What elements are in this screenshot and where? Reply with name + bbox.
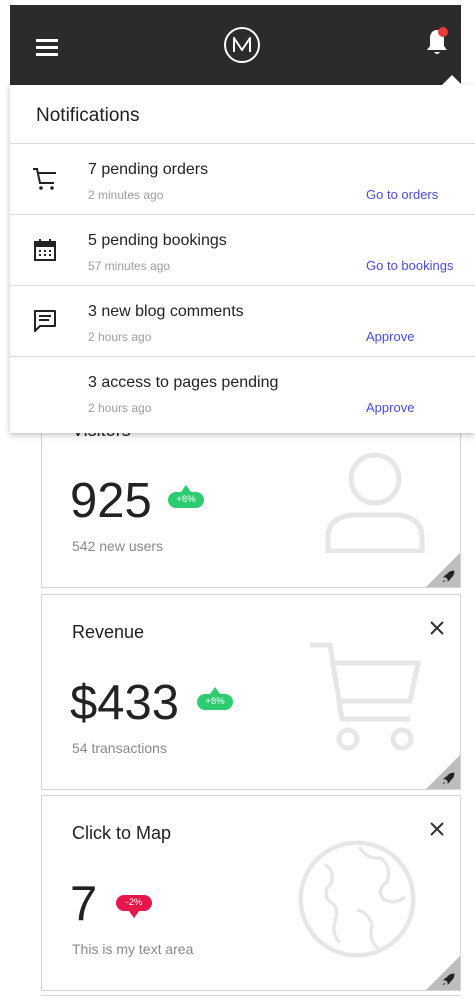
notification-title: 7 pending orders (88, 161, 209, 178)
notification-time: 2 hours ago (88, 330, 152, 344)
card-subtitle: This is my text area (72, 941, 194, 957)
top-app-bar (10, 5, 461, 85)
notification-item[interactable]: 3 new blog comments 2 hours ago Approve (10, 285, 475, 356)
nm-logo-icon[interactable] (223, 26, 261, 64)
notification-time: 2 hours ago (88, 401, 152, 415)
notification-time: 57 minutes ago (88, 259, 171, 273)
card-value: $433 (70, 676, 180, 730)
rocket-icon[interactable] (442, 569, 456, 583)
revenue-card: Revenue $433 +8% 54 transactions (41, 594, 461, 790)
go-to-bookings-link[interactable]: Go to bookings (366, 258, 453, 273)
trend-badge-text: +8% (176, 494, 196, 505)
notification-dot (438, 27, 448, 37)
trend-badge-text: -2% (125, 897, 143, 908)
trend-up-icon (181, 485, 191, 492)
hamburger-menu-icon[interactable] (36, 39, 58, 56)
notification-title: 5 pending bookings (88, 232, 227, 249)
card-value: 7 (70, 877, 98, 931)
approve-link[interactable]: Approve (366, 400, 414, 415)
card-subtitle: 54 transactions (72, 740, 167, 756)
comment-icon (34, 310, 56, 332)
rocket-icon[interactable] (442, 771, 456, 785)
trend-badge: -2% (116, 895, 152, 918)
map-card[interactable]: Click to Map 7 -2% This is my text area (41, 795, 461, 991)
notification-item[interactable]: 7 pending orders 2 minutes ago Go to ord… (10, 143, 475, 214)
go-to-orders-link[interactable]: Go to orders (366, 187, 438, 202)
trend-up-icon (210, 687, 220, 694)
approve-link[interactable]: Approve (366, 329, 414, 344)
notifications-panel: Notifications 7 pending orders 2 minutes… (10, 75, 475, 433)
card-title: Revenue (72, 622, 145, 642)
close-icon[interactable] (428, 820, 446, 838)
notification-item[interactable]: 3 access to pages pending 2 hours ago Ap… (10, 356, 475, 433)
trend-badge: +8% (168, 485, 204, 508)
calendar-icon (34, 239, 56, 261)
rocket-icon[interactable] (442, 972, 456, 986)
trend-badge-text: +8% (205, 696, 225, 707)
panel-caret (441, 75, 463, 86)
notification-item[interactable]: 5 pending bookings 57 minutes ago Go to … (10, 214, 475, 285)
notification-time: 2 minutes ago (88, 188, 164, 202)
notification-title: 3 new blog comments (88, 303, 244, 320)
trend-badge: +8% (197, 687, 233, 710)
next-card-edge (41, 995, 461, 1000)
card-subtitle: 542 new users (72, 538, 164, 554)
trend-down-icon (129, 911, 139, 918)
card-value: 925 (70, 474, 152, 528)
card-title: Click to Map (72, 823, 172, 843)
globe-icon (298, 840, 416, 958)
cart-icon (310, 642, 422, 751)
notifications-title: Notifications (36, 105, 140, 126)
user-icon (325, 452, 425, 553)
notification-title: 3 access to pages pending (88, 374, 279, 391)
close-icon[interactable] (428, 619, 446, 637)
cart-icon (33, 168, 56, 190)
